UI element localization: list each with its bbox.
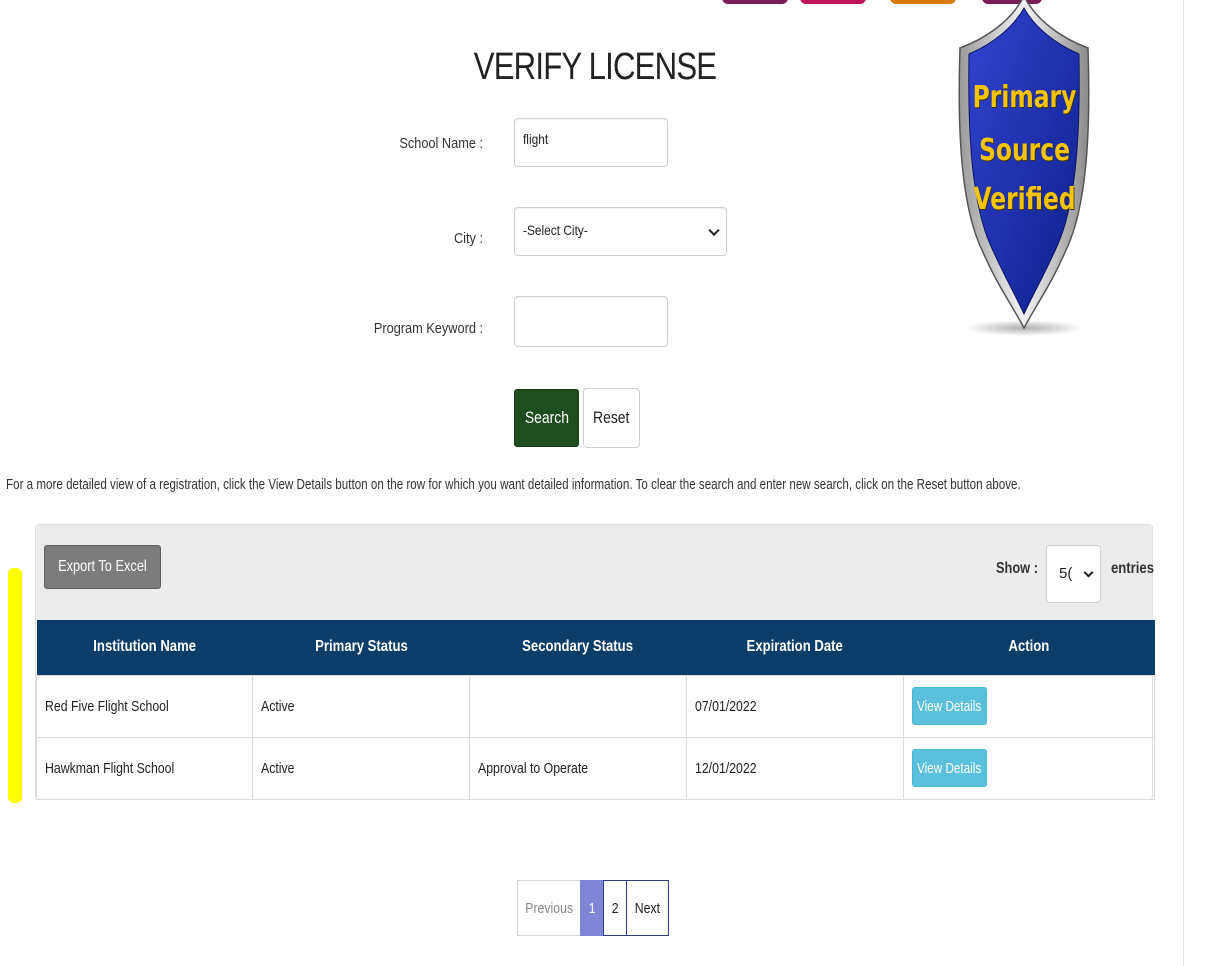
cell-text: 07/01/2022 <box>695 697 757 715</box>
primary-source-verified-badge: Primary Source Verified <box>952 0 1097 340</box>
pagination-page-2[interactable]: 2 <box>603 880 627 936</box>
chevron-down-icon <box>708 224 720 236</box>
city-label: City : <box>453 230 483 247</box>
pagination-page-label: 1 <box>588 899 596 917</box>
table-row: Hawkman Flight School Active Approval to… <box>36 736 1155 800</box>
badge-line-3: Verified <box>973 182 1076 217</box>
cell-secondary-status <box>469 674 687 738</box>
badge-line-2: Source <box>979 133 1070 168</box>
cell-primary-status: Active <box>252 674 470 738</box>
chevron-down-icon <box>1083 567 1094 578</box>
header-label: Action <box>1008 638 1050 656</box>
pagination-previous[interactable]: Previous <box>517 880 581 936</box>
reset-button[interactable]: Reset <box>583 388 640 448</box>
instructions-text: For a more detailed view of a registrati… <box>6 476 1021 493</box>
search-button-label: Search <box>524 408 569 427</box>
header-label: Primary Status <box>314 638 408 656</box>
view-details-button[interactable]: View Details <box>912 687 987 725</box>
program-keyword-label: Program Keyword : <box>373 320 483 337</box>
column-header-action: Action <box>903 620 1155 675</box>
column-header-primary-status[interactable]: Primary Status <box>252 620 470 675</box>
column-header-institution[interactable]: Institution Name <box>36 620 253 675</box>
header-label: Expiration Date <box>746 638 844 656</box>
cell-primary-status: Active <box>252 736 470 800</box>
yellow-highlight-mark <box>8 568 22 803</box>
cell-text: Red Five Flight School <box>45 697 169 715</box>
entries-per-page-value: 5( <box>1059 565 1073 582</box>
header-label: Institution Name <box>93 638 196 656</box>
cell-expiration-date: 12/01/2022 <box>686 736 904 800</box>
header-label: Secondary Status <box>522 638 634 656</box>
cell-text: Approval to Operate <box>478 759 589 777</box>
city-select[interactable]: -Select City- <box>514 207 727 256</box>
page-title: VERIFY LICENSE <box>473 46 717 88</box>
cell-text: 12/01/2022 <box>695 759 757 777</box>
pagination-next-label: Next <box>634 899 661 917</box>
top-tab-3[interactable] <box>890 0 956 4</box>
export-to-excel-button[interactable]: Export To Excel <box>44 545 161 589</box>
page-right-border <box>1183 0 1184 966</box>
cell-text: Active <box>261 697 295 715</box>
results-panel: Export To Excel Show : 5( entries Instit… <box>35 524 1155 800</box>
pagination: Previous 1 2 Next <box>517 880 669 936</box>
top-tab-1[interactable] <box>722 0 788 4</box>
cell-institution: Hawkman Flight School <box>36 736 253 800</box>
badge-line-1: Primary <box>972 80 1077 115</box>
view-details-label: View Details <box>917 759 982 777</box>
cell-institution: Red Five Flight School <box>36 674 253 738</box>
cell-text: Active <box>261 759 295 777</box>
reset-button-label: Reset <box>593 408 630 427</box>
column-header-secondary-status[interactable]: Secondary Status <box>469 620 687 675</box>
pagination-page-label: 2 <box>611 899 619 917</box>
table-row: Red Five Flight School Active 07/01/2022… <box>36 674 1155 738</box>
export-button-label: Export To Excel <box>58 558 147 575</box>
cell-expiration-date: 07/01/2022 <box>686 674 904 738</box>
column-header-expiration-date[interactable]: Expiration Date <box>686 620 904 675</box>
cell-text: Hawkman Flight School <box>45 759 175 777</box>
city-select-value: -Select City- <box>523 222 588 238</box>
school-name-label: School Name : <box>399 135 483 152</box>
school-name-input[interactable]: flight <box>514 118 668 167</box>
cell-action: View Details <box>903 674 1155 738</box>
program-keyword-input[interactable] <box>514 296 668 347</box>
pagination-next[interactable]: Next <box>626 880 669 936</box>
school-name-value: flight <box>523 131 549 147</box>
pagination-previous-label: Previous <box>525 899 573 917</box>
table-header-row: Institution Name Primary Status Secondar… <box>36 620 1155 675</box>
results-table: Institution Name Primary Status Secondar… <box>36 620 1155 800</box>
view-details-button[interactable]: View Details <box>912 749 987 787</box>
search-button[interactable]: Search <box>514 389 579 447</box>
pagination-page-1[interactable]: 1 <box>580 880 604 936</box>
results-toolbar: Export To Excel Show : 5( entries <box>36 525 1155 620</box>
cell-secondary-status: Approval to Operate <box>469 736 687 800</box>
entries-label: entries <box>1111 560 1155 577</box>
entries-per-page-select[interactable]: 5( <box>1046 545 1101 603</box>
cell-action: View Details <box>903 736 1155 800</box>
shield-icon <box>958 0 1090 336</box>
view-details-label: View Details <box>917 697 982 715</box>
top-tab-2[interactable] <box>800 0 866 4</box>
show-label: Show : <box>996 560 1038 577</box>
